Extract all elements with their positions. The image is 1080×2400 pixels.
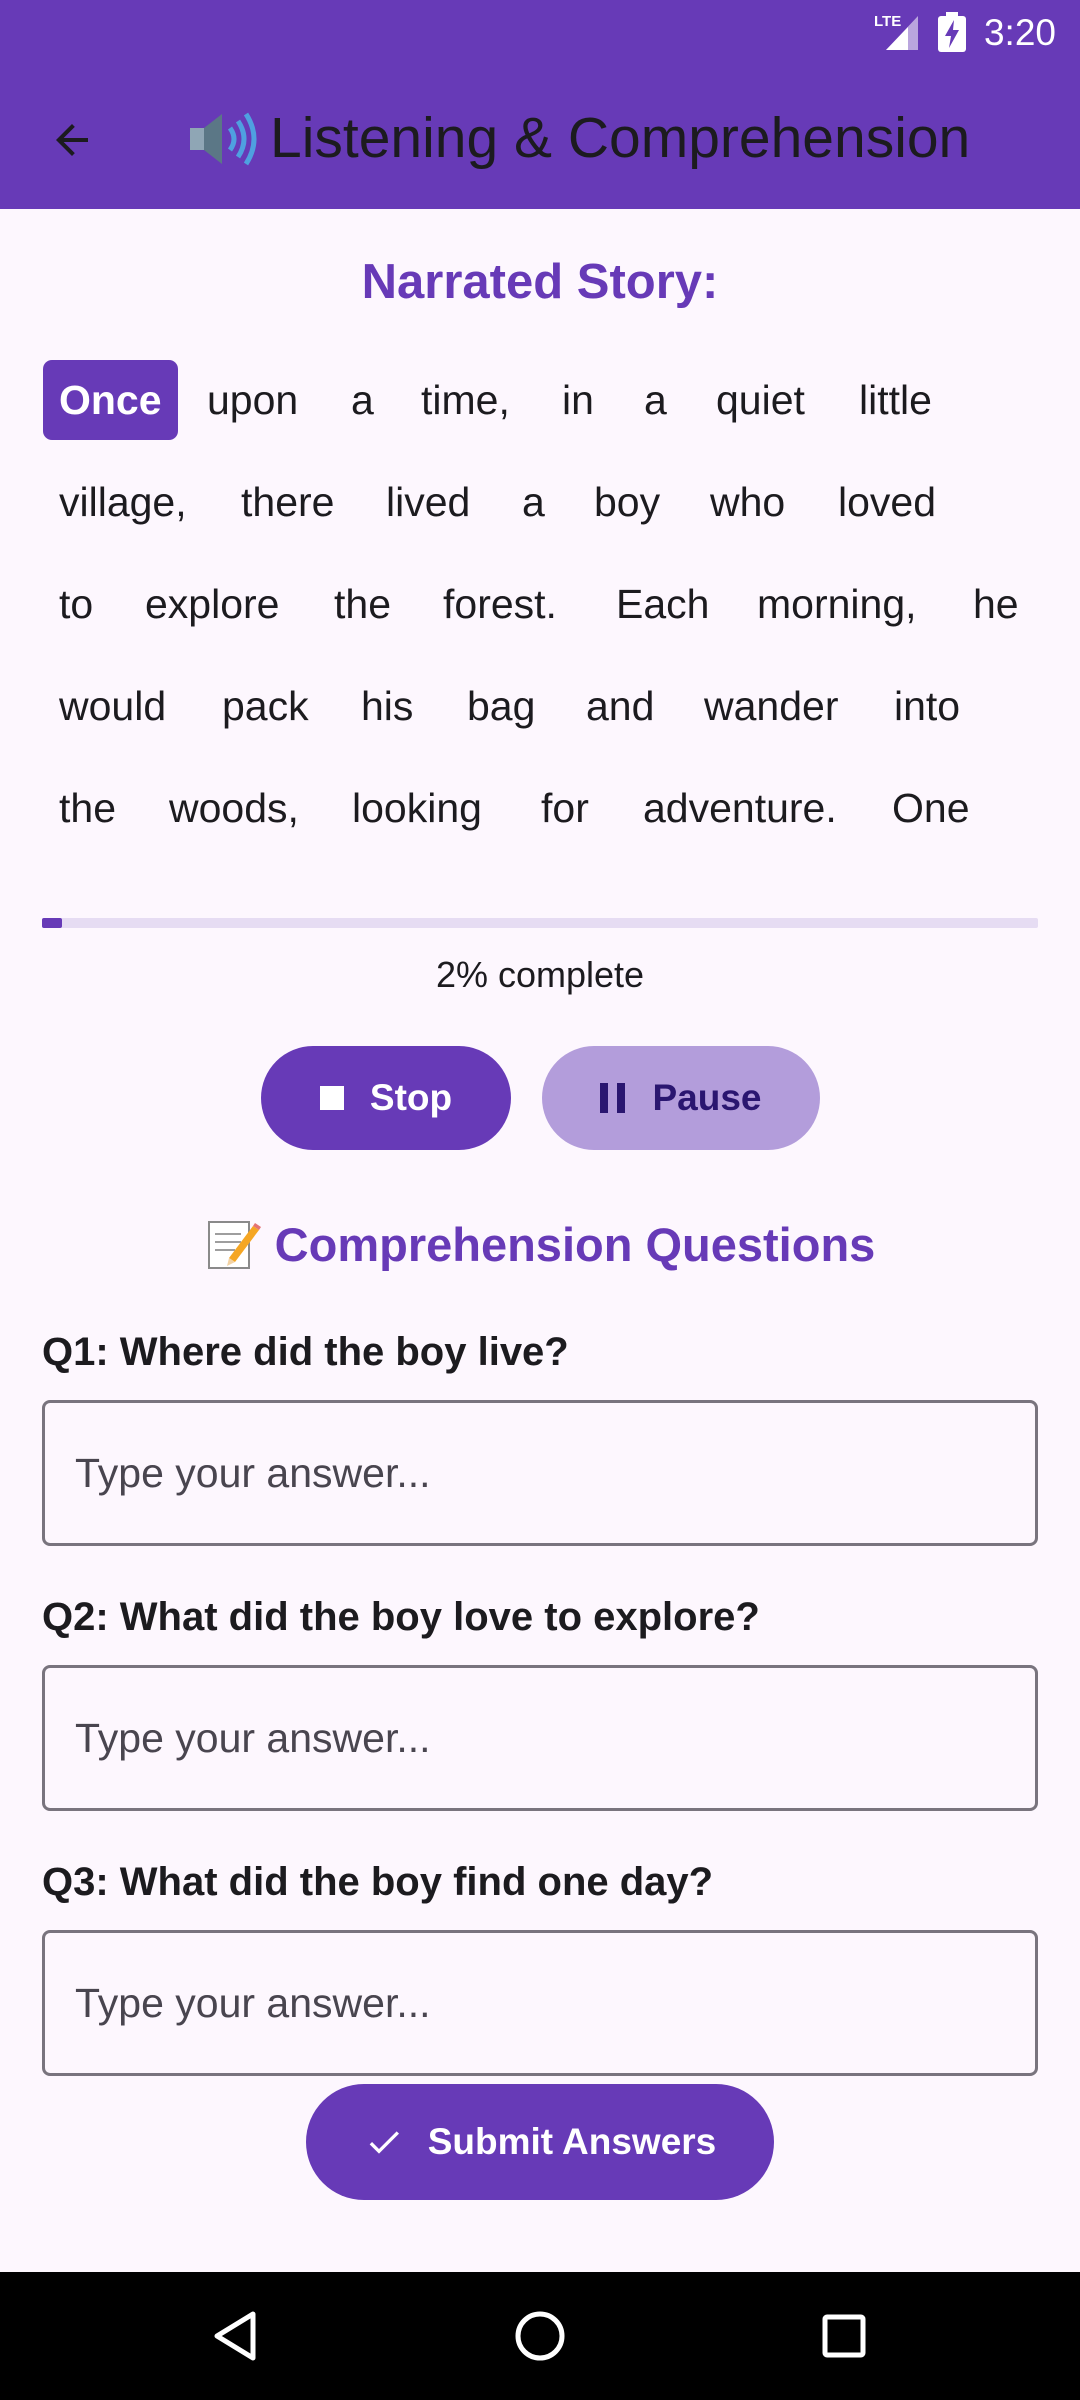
story-word[interactable]: bag (451, 666, 551, 746)
status-bar: LTE 3:20 (0, 0, 1080, 66)
story-word[interactable]: woods, (153, 768, 315, 848)
answer-input-2[interactable] (42, 1665, 1038, 1811)
submit-button-label: Submit Answers (427, 2121, 717, 2162)
nav-back-button[interactable] (199, 2300, 271, 2372)
story-word[interactable]: quiet (700, 360, 821, 440)
svg-text:LTE: LTE (874, 13, 901, 30)
story-heading: Narrated Story: (361, 255, 719, 309)
story-progress-fill (42, 918, 62, 928)
story-word[interactable]: into (878, 666, 976, 746)
story-word[interactable]: he (957, 564, 1035, 644)
story-word[interactable]: would (43, 666, 182, 746)
story-word[interactable]: there (225, 462, 350, 542)
back-button[interactable] (36, 104, 108, 176)
story-line: the woods, looking for adventure. One (43, 768, 1043, 848)
story-word[interactable]: the (43, 768, 132, 848)
story-word[interactable]: One (876, 768, 986, 848)
question-label-1: Q1: Where did the boy live? (42, 1330, 569, 1374)
story-word[interactable]: morning, (741, 564, 933, 644)
story-word[interactable]: wander (688, 666, 854, 746)
question-label-3: Q3: What did the boy find one day? (42, 1860, 714, 1904)
story-word[interactable]: adventure. (627, 768, 853, 848)
story-line: would pack his bag and wander into (43, 666, 1043, 746)
stop-icon (319, 1086, 344, 1110)
story-line: village, there lived a boy who loved (43, 462, 1043, 542)
memo-icon (207, 1221, 261, 1269)
story-line: to explore the forest. Each morning, he (43, 564, 1043, 644)
story-word[interactable]: boy (578, 462, 676, 542)
lte-signal-icon: LTE (874, 13, 918, 50)
story-word[interactable]: upon (191, 360, 314, 440)
battery-charging-icon (938, 12, 966, 52)
nav-recents-button[interactable] (808, 2300, 880, 2372)
question-label-2: Q2: What did the boy love to explore? (42, 1595, 760, 1639)
pause-button-label: Pause (652, 1077, 762, 1118)
questions-heading-text: Comprehension Questions (274, 1217, 876, 1271)
answer-input-1[interactable] (42, 1400, 1038, 1546)
check-icon (369, 2131, 399, 2154)
app-bar-title-group: Listening & Comprehension (186, 100, 970, 176)
story-word[interactable]: village, (43, 462, 203, 542)
story-word[interactable]: for (525, 768, 605, 848)
pause-icon (600, 1083, 626, 1113)
story-word[interactable]: a (335, 360, 390, 440)
stop-button[interactable]: Stop (261, 1046, 511, 1150)
nav-home-button[interactable] (504, 2300, 576, 2372)
story-word[interactable]: looking (336, 768, 498, 848)
story-progress-bar (42, 918, 1038, 928)
nav-recents-icon (822, 2314, 866, 2358)
story-word[interactable]: Each (600, 564, 725, 644)
story-word[interactable]: lived (370, 462, 486, 542)
top-app-area: LTE 3:20 Listening & Comprehension (0, 0, 1080, 209)
story-word[interactable]: in (546, 360, 610, 440)
story-word[interactable]: explore (129, 564, 295, 644)
story-word[interactable]: little (843, 360, 948, 440)
story-line: Once upon a time, in a quiet little (43, 360, 1043, 440)
nav-back-icon (214, 2311, 256, 2361)
answer-input-3[interactable] (42, 1930, 1038, 2076)
story-word[interactable]: time, (405, 360, 526, 440)
story-word[interactable]: forest. (427, 564, 573, 644)
story-word-active[interactable]: Once (43, 360, 178, 440)
arrow-back-icon (56, 124, 88, 156)
system-nav-bar (0, 2272, 1080, 2400)
story-word[interactable]: the (318, 564, 407, 644)
story-word[interactable]: pack (206, 666, 325, 746)
story-word[interactable]: a (506, 462, 561, 542)
story-word[interactable]: and (570, 666, 670, 746)
questions-heading: Comprehension Questions (0, 1216, 1080, 1272)
pause-button[interactable]: Pause (542, 1046, 820, 1150)
status-time: 3:20 (983, 12, 1056, 53)
story-word[interactable]: who (694, 462, 801, 542)
story-word[interactable]: to (43, 564, 109, 644)
story-word[interactable]: his (345, 666, 429, 746)
stop-button-label: Stop (369, 1077, 453, 1118)
page-title: Listening & Comprehension (270, 106, 971, 170)
nav-home-icon (515, 2311, 565, 2361)
speaker-icon (190, 112, 257, 166)
story-word[interactable]: loved (822, 462, 952, 542)
submit-answers-button[interactable]: Submit Answers (306, 2084, 774, 2200)
app-bar: Listening & Comprehension (0, 66, 1080, 209)
story-word[interactable]: a (628, 360, 683, 440)
progress-text: 2% complete (435, 954, 645, 995)
